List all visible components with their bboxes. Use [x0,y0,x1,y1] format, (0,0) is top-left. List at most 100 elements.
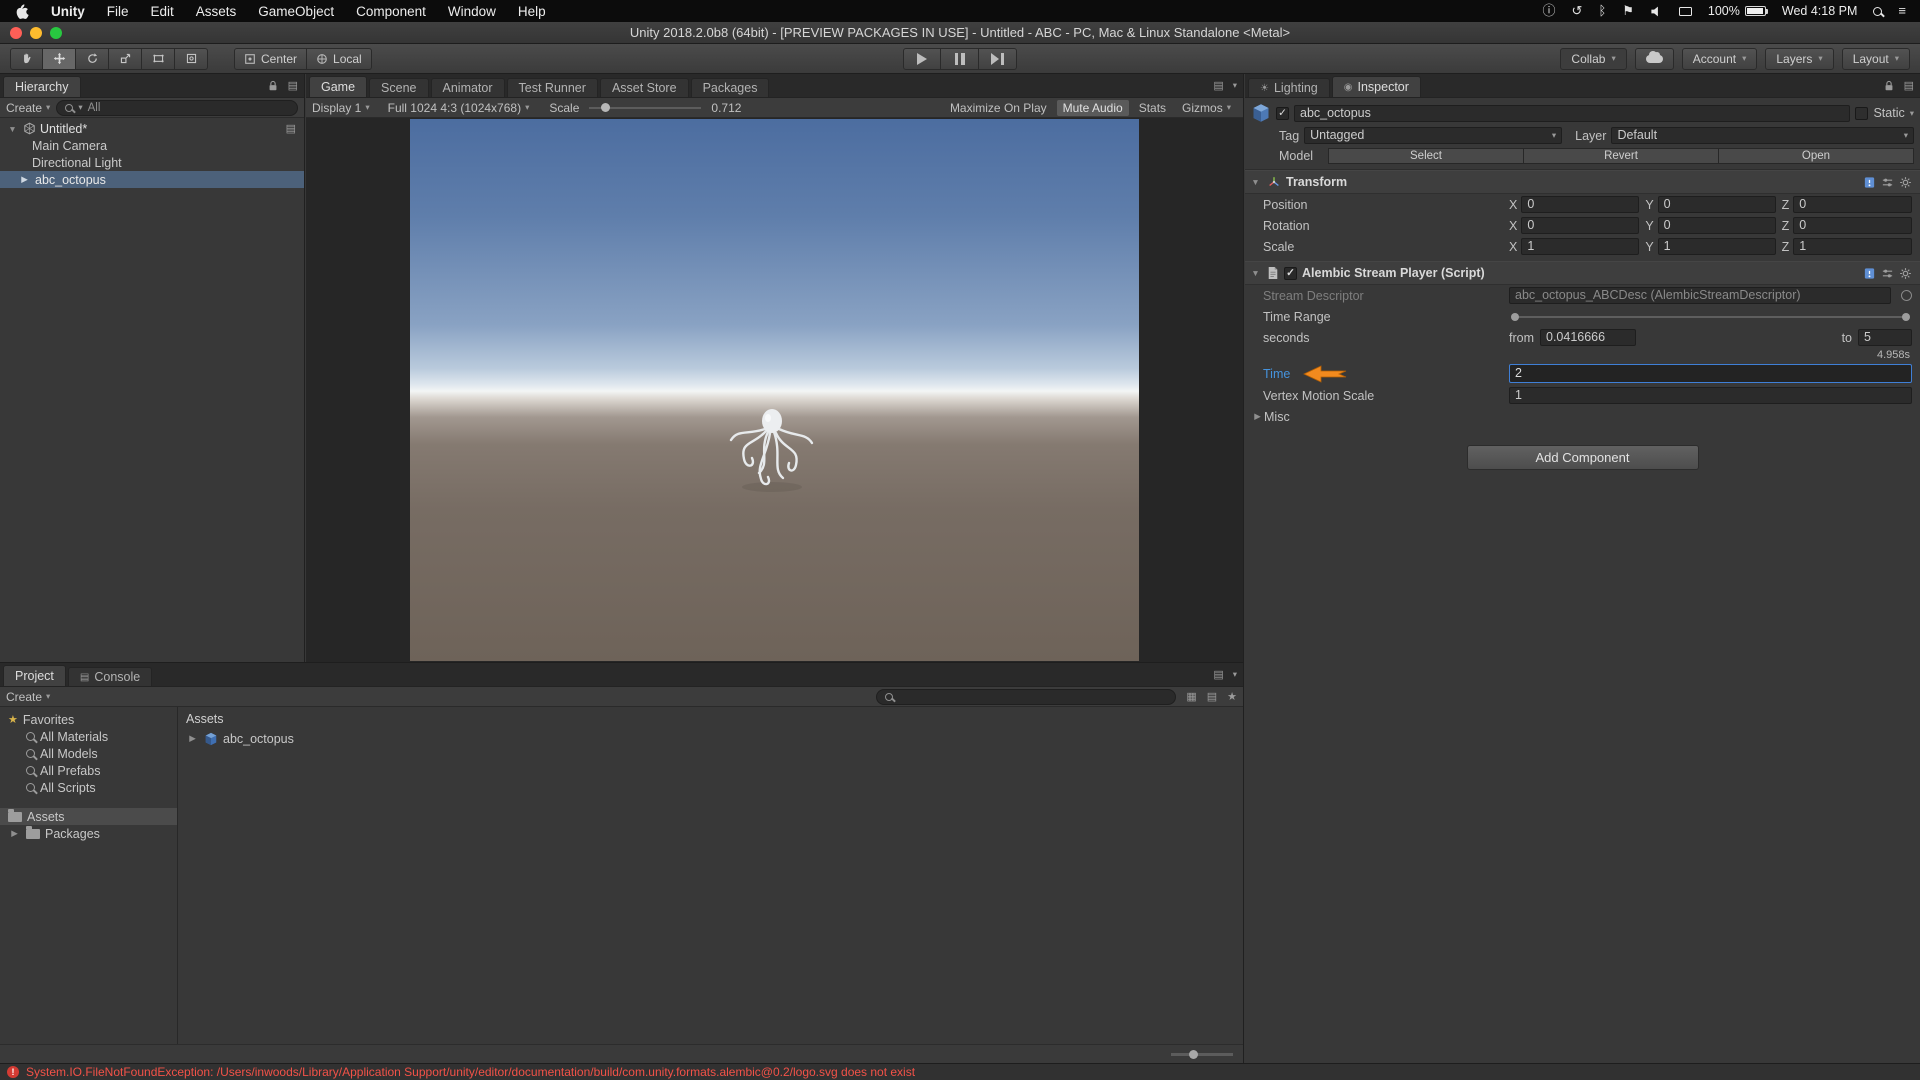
favorites-row[interactable]: ★ Favorites [0,711,177,728]
rotation-x-field[interactable]: 0 [1521,217,1639,234]
inspector-panel-menu-icon[interactable]: ▤ [1904,79,1914,92]
inspector-lock-icon[interactable] [1883,79,1895,92]
alembic-help-icon[interactable] [1863,267,1876,280]
project-content-area[interactable]: Assets ▶ abc_octopus [178,707,1243,1044]
scale-z-field[interactable]: 1 [1793,238,1912,255]
layer-dropdown[interactable]: Default ▾ [1611,127,1914,144]
hierarchy-item-directional-light[interactable]: Directional Light [0,154,304,171]
pause-button[interactable] [941,48,979,70]
input-source-icon[interactable]: ⚑ [1622,0,1634,22]
scale-slider-knob[interactable] [601,103,610,112]
spotlight-icon[interactable] [1873,7,1882,16]
tab-lighting[interactable]: ☀ Lighting [1248,78,1330,97]
project-search-input[interactable] [876,689,1176,705]
vertex-motion-scale-field[interactable]: 1 [1509,387,1912,404]
tab-packages[interactable]: Packages [691,78,770,97]
misc-foldout-icon[interactable]: ▶ [1251,411,1264,422]
hierarchy-panel-menu-icon[interactable]: ▤ [288,79,298,92]
favorite-all-materials[interactable]: All Materials [0,728,177,745]
move-tool-button[interactable] [43,48,76,70]
time-machine-icon[interactable]: ↺ [1572,0,1583,22]
transform-help-icon[interactable] [1863,176,1876,189]
object-picker-icon[interactable] [1901,290,1912,301]
from-field[interactable]: 0.0416666 [1540,329,1636,346]
active-checkbox[interactable]: ✓ [1276,107,1289,120]
mute-audio-toggle[interactable]: Mute Audio [1057,100,1129,116]
tab-game[interactable]: Game [309,76,367,97]
minimize-window-button[interactable] [30,27,42,39]
game-panel-caret-icon[interactable]: ▾ [1233,80,1237,91]
lock-icon[interactable] [267,79,279,92]
octopus-foldout-icon[interactable]: ▶ [18,174,31,185]
bluetooth-icon[interactable]: ᛒ [1598,0,1606,22]
time-range-min-handle[interactable] [1511,313,1519,321]
packages-folder-row[interactable]: ▶ Packages [0,825,177,842]
menu-help[interactable]: Help [507,4,557,19]
favorite-search-icon[interactable]: ★ [1227,690,1237,703]
search-by-type-icon[interactable]: ▦ [1186,690,1196,703]
tab-hierarchy[interactable]: Hierarchy [3,76,81,97]
tab-console[interactable]: ▤ Console [68,667,152,686]
rotation-z-field[interactable]: 0 [1793,217,1912,234]
step-button[interactable] [979,48,1017,70]
rotate-tool-button[interactable] [76,48,109,70]
play-button[interactable] [903,48,941,70]
layers-dropdown[interactable]: Layers ▾ [1765,48,1833,70]
static-checkbox[interactable] [1855,107,1868,120]
project-panel-caret-icon[interactable]: ▾ [1233,669,1237,680]
stats-toggle[interactable]: Stats [1133,100,1172,116]
alembic-enabled-checkbox[interactable]: ✓ [1284,267,1297,280]
transform-tool-button[interactable] [175,48,208,70]
game-panel-menu-icon[interactable]: ▤ [1213,79,1223,92]
hierarchy-item-abc-octopus[interactable]: ▶ abc_octopus [0,171,304,188]
layout-dropdown[interactable]: Layout ▾ [1842,48,1910,70]
scene-menu-icon[interactable]: ▤ [286,122,296,135]
packages-foldout-icon[interactable]: ▶ [8,828,21,839]
model-revert-button[interactable]: Revert [1524,148,1719,164]
project-create-button[interactable]: Create ▾ [6,690,50,704]
menu-file[interactable]: File [96,4,140,19]
account-dropdown[interactable]: Account ▾ [1682,48,1758,70]
close-window-button[interactable] [10,27,22,39]
alembic-component-header[interactable]: ▼ ✓ Alembic Stream Player (Script) [1245,261,1920,285]
hierarchy-search-input[interactable]: ▾ All [56,100,298,116]
rotation-y-field[interactable]: 0 [1658,217,1776,234]
tab-animator[interactable]: Animator [431,78,505,97]
scale-tool-button[interactable] [109,48,142,70]
menu-edit[interactable]: Edit [140,4,185,19]
transform-presets-icon[interactable] [1881,176,1894,189]
menu-window[interactable]: Window [437,4,507,19]
favorite-all-scripts[interactable]: All Scripts [0,779,177,796]
hierarchy-create-button[interactable]: Create ▾ [6,101,50,115]
game-viewport[interactable] [410,119,1139,661]
menu-component[interactable]: Component [345,4,437,19]
menubar-app-name[interactable]: Unity [40,4,96,19]
pivot-center-button[interactable]: Center [234,48,307,70]
time-field[interactable]: 2 [1509,364,1912,383]
scene-row[interactable]: ▼ Untitled* ▤ [0,120,304,137]
model-open-button[interactable]: Open [1719,148,1914,164]
tab-asset-store[interactable]: Asset Store [600,78,689,97]
battery-status[interactable]: 100% [1708,4,1766,18]
hierarchy-item-main-camera[interactable]: Main Camera [0,137,304,154]
transform-component-header[interactable]: ▼ Transform [1245,170,1920,194]
notification-center-icon[interactable]: ≡ [1898,0,1906,22]
display-dropdown[interactable]: Display 1 ▾ [312,101,370,115]
scale-slider[interactable] [589,107,701,109]
hand-tool-button[interactable] [10,48,43,70]
favorite-all-prefabs[interactable]: All Prefabs [0,762,177,779]
static-caret-icon[interactable]: ▾ [1910,108,1914,119]
collab-dropdown[interactable]: Collab ▾ [1560,48,1626,70]
menu-assets[interactable]: Assets [185,4,248,19]
airplay-icon[interactable] [1679,7,1692,16]
time-range-slider[interactable] [1512,316,1909,318]
scale-y-field[interactable]: 1 [1658,238,1776,255]
alembic-gear-icon[interactable] [1899,267,1912,280]
favorite-all-models[interactable]: All Models [0,745,177,762]
tab-project[interactable]: Project [3,665,66,686]
thumbnail-zoom-slider[interactable] [1171,1053,1233,1056]
position-z-field[interactable]: 0 [1793,196,1912,213]
menu-gameobject[interactable]: GameObject [247,4,345,19]
assets-folder-row[interactable]: Assets [0,808,177,825]
menubar-clock[interactable]: Wed 4:18 PM [1782,4,1858,18]
